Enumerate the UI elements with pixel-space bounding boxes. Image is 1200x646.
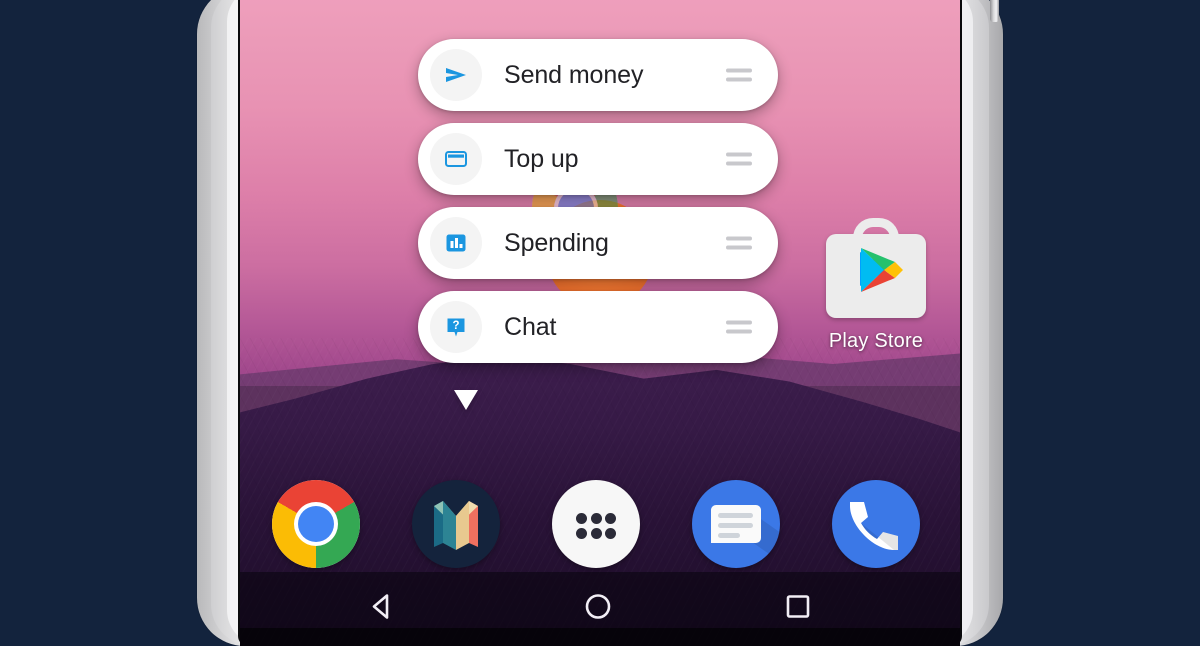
app-shortcut-popup: Send money Top up Spending ? Chat (418, 39, 778, 410)
shortcut-label: Top up (504, 144, 579, 173)
drag-handle-icon[interactable] (726, 152, 752, 166)
shortcut-item-chat[interactable]: ? Chat (418, 291, 778, 363)
app-drawer-icon (552, 480, 640, 568)
messages-icon (692, 480, 780, 568)
chat-help-icon: ? (430, 301, 482, 353)
shortcut-item-top-up[interactable]: Top up (418, 123, 778, 195)
svg-text:?: ? (452, 320, 459, 332)
bar-chart-icon (430, 217, 482, 269)
drag-handle-icon[interactable] (726, 68, 752, 82)
navigation-bar (240, 572, 960, 646)
credit-card-icon (430, 133, 482, 185)
shortcut-label: Chat (504, 312, 557, 341)
dock (240, 476, 960, 572)
play-store-icon (824, 218, 928, 322)
shortcut-item-send-money[interactable]: Send money (418, 39, 778, 111)
nav-home-button[interactable] (582, 591, 614, 628)
home-icon-label: Play Store (828, 330, 924, 352)
monzo-icon (412, 480, 500, 568)
home-circle-icon (585, 594, 611, 619)
shortcut-label: Send money (504, 60, 644, 89)
nav-recents-button[interactable] (782, 591, 814, 628)
home-icon-play-store[interactable]: Play Store (824, 218, 928, 353)
drag-handle-icon[interactable] (726, 236, 752, 250)
phone-screen: Play Store Send money Top up Spending ? … (240, 0, 960, 646)
dock-item-chrome[interactable] (272, 480, 360, 568)
phone-icon (832, 480, 920, 568)
shortcut-item-spending[interactable]: Spending (418, 207, 778, 279)
recents-square-icon (786, 595, 810, 618)
popup-tail (454, 390, 478, 410)
chrome-icon (272, 480, 360, 568)
dock-item-app-drawer[interactable] (552, 480, 640, 568)
dock-item-phone[interactable] (832, 480, 920, 568)
back-triangle-icon (372, 594, 389, 619)
dock-item-monzo[interactable] (412, 480, 500, 568)
dock-item-messages[interactable] (692, 480, 780, 568)
phone-device: Play Store Send money Top up Spending ? … (197, 0, 1003, 646)
nav-back-button[interactable] (366, 591, 398, 628)
send-icon (430, 49, 482, 101)
shortcut-label: Spending (504, 228, 609, 257)
power-button[interactable] (990, 0, 999, 22)
drag-handle-icon[interactable] (726, 320, 752, 334)
